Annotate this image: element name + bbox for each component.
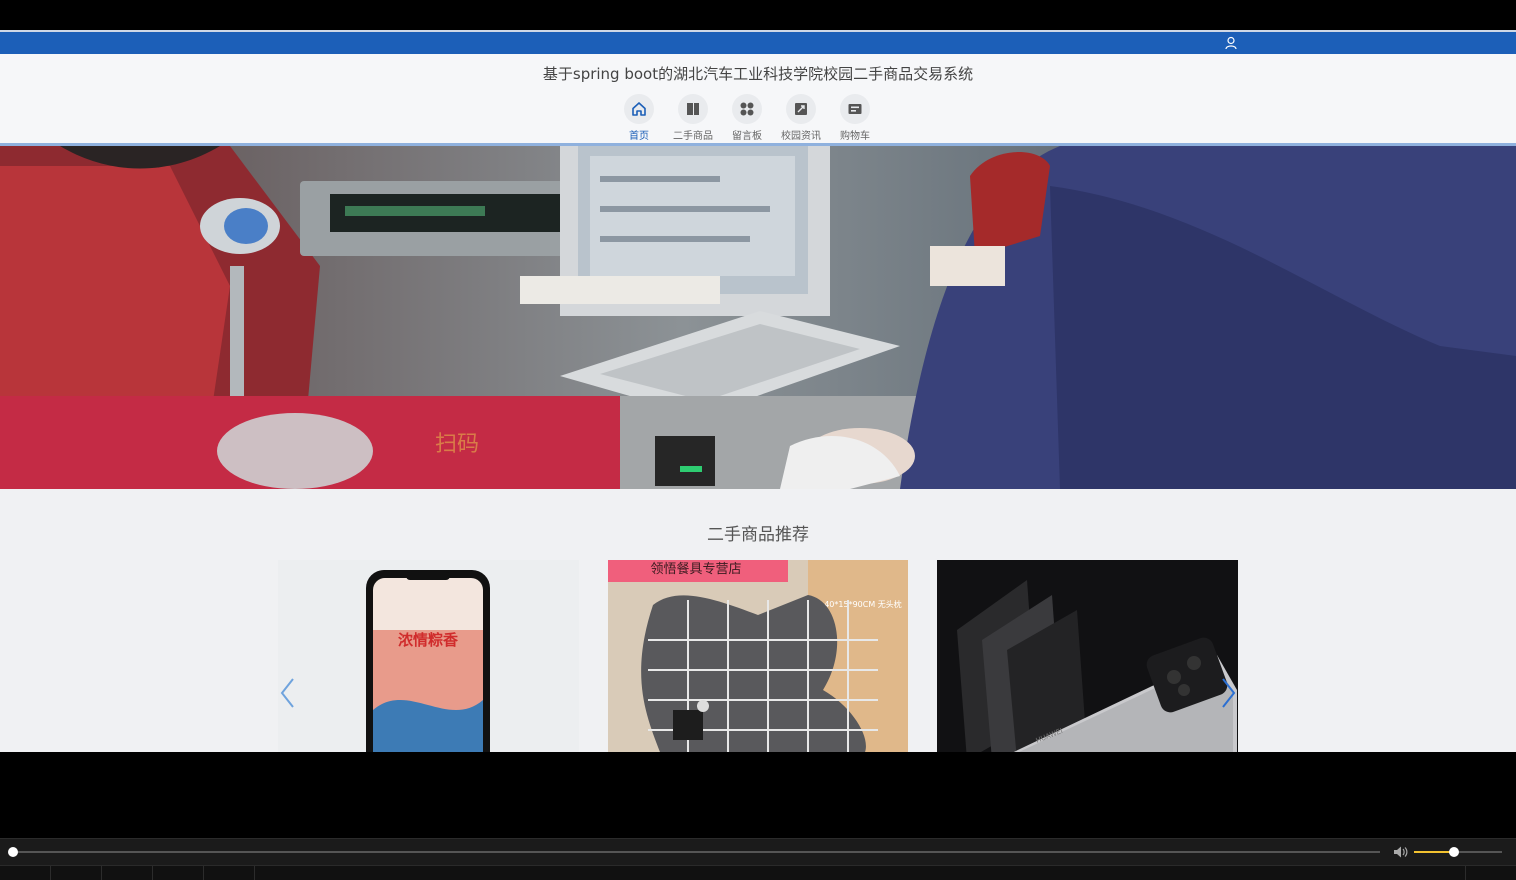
cart-icon	[840, 94, 870, 124]
taskbar-slot[interactable]	[153, 866, 204, 880]
book-icon	[678, 94, 708, 124]
progress-bar[interactable]	[8, 847, 1380, 857]
volume-fill	[1414, 851, 1454, 853]
taskbar-slot[interactable]	[204, 866, 255, 880]
product-card-huawei[interactable]: HUAWEI	[937, 560, 1239, 752]
progress-knob[interactable]	[8, 847, 18, 857]
hero-banner-image[interactable]: 扫码	[0, 146, 1516, 489]
page-viewport: 基于spring boot的湖北汽车工业科技学院校园二手商品交易系统 首页 二手…	[0, 30, 1516, 752]
taskbar-strip	[0, 865, 1516, 880]
home-icon	[624, 94, 654, 124]
shop-name-overlay: 领悟餐具专营店	[650, 561, 741, 577]
volume-icon[interactable]	[1392, 844, 1408, 860]
main-nav: 首页 二手商品 留言板 校园资讯 购物车	[0, 94, 1516, 142]
grid-icon	[732, 94, 762, 124]
nav-item-cart[interactable]: 购物车	[837, 94, 873, 142]
svg-text:浓情粽香: 浓情粽香	[398, 631, 458, 649]
nav-item-home[interactable]: 首页	[621, 94, 657, 142]
nav-item-products[interactable]: 二手商品	[673, 94, 713, 142]
taskbar-slot[interactable]	[51, 866, 102, 880]
top-bar	[0, 30, 1516, 54]
nav-item-messages[interactable]: 留言板	[729, 94, 765, 142]
recommend-title: 二手商品推荐	[707, 525, 809, 545]
site-header: 基于spring boot的湖北汽车工业科技学院校园二手商品交易系统 首页 二手…	[0, 54, 1516, 146]
volume-slider[interactable]	[1414, 847, 1502, 857]
taskbar-slot[interactable]	[102, 866, 153, 880]
nav-label-products: 二手商品	[673, 131, 713, 142]
carousel-prev-arrow-icon[interactable]	[278, 675, 296, 711]
taskbar-slot[interactable]	[0, 866, 51, 880]
nav-label-home: 首页	[629, 131, 649, 142]
news-icon	[786, 94, 816, 124]
carousel-next-arrow-icon[interactable]	[1220, 675, 1238, 711]
nav-label-news: 校园资讯	[781, 131, 821, 142]
player-controls	[0, 838, 1516, 880]
product-card-pillow[interactable]: 领悟餐具专营店 40*15*90CM 无头枕	[607, 560, 909, 752]
taskbar-slot[interactable]	[1465, 866, 1516, 880]
product-carousel: 浓情粽香 领悟餐具专营店 40*15*90CM 无头枕 HUAWEI	[278, 560, 1239, 752]
size-overlay: 40*15*90CM 无头枕	[824, 599, 902, 609]
svg-text:扫码: 扫码	[435, 432, 479, 457]
product-card-phone[interactable]: 浓情粽香	[278, 560, 579, 752]
nav-label-cart: 购物车	[840, 131, 870, 142]
site-title: 基于spring boot的湖北汽车工业科技学院校园二手商品交易系统	[542, 65, 974, 83]
nav-label-messages: 留言板	[732, 131, 762, 142]
nav-item-news[interactable]: 校园资讯	[781, 94, 821, 142]
video-player: 基于spring boot的湖北汽车工业科技学院校园二手商品交易系统 首页 二手…	[0, 0, 1516, 880]
volume-knob[interactable]	[1448, 847, 1459, 857]
user-icon[interactable]	[1224, 36, 1238, 50]
